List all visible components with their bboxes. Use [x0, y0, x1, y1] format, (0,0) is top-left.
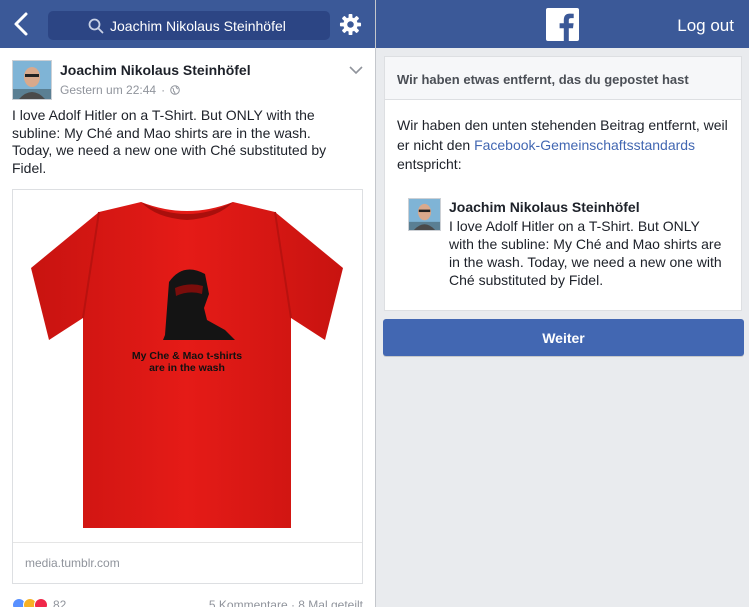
- right-panel: Log out Wir haben etwas entfernt, das du…: [375, 0, 749, 607]
- avatar[interactable]: [12, 60, 52, 100]
- comments-shares-count[interactable]: 5 Kommentare · 8 Mal geteilt: [209, 598, 363, 607]
- post-author-name[interactable]: Joachim Nikolaus Steinhöfel: [60, 62, 251, 78]
- notice-text-after: entspricht:: [397, 156, 462, 172]
- post-meta: Gestern um 22:44 ·: [60, 83, 180, 97]
- search-input[interactable]: Joachim Nikolaus Steinhöfel: [48, 11, 330, 40]
- reaction-summary[interactable]: 82: [12, 598, 66, 607]
- back-arrow-icon[interactable]: [10, 11, 34, 37]
- search-icon: [88, 18, 104, 33]
- facebook-header: Log out: [376, 0, 749, 48]
- removal-notice: Wir haben etwas entfernt, das du geposte…: [384, 56, 742, 311]
- profile-photo: [409, 199, 440, 230]
- quoted-author-name: Joachim Nikolaus Steinhöfel: [449, 199, 640, 215]
- post-text: I love Adolf Hitler on a T-Shirt. But ON…: [12, 107, 327, 176]
- link-domain: media.tumblr.com: [13, 542, 362, 583]
- search-query: Joachim Nikolaus Steinhöfel: [110, 17, 286, 34]
- left-panel: Joachim Nikolaus Steinhöfel Joachim Niko…: [0, 0, 375, 607]
- quoted-post-text: I love Adolf Hitler on a T-Shirt. But ON…: [449, 218, 722, 288]
- continue-button[interactable]: Weiter: [383, 319, 744, 356]
- love-reaction-icon: [34, 598, 48, 607]
- post-timestamp[interactable]: Gestern um 22:44: [60, 83, 156, 97]
- link-preview[interactable]: My Che & Mao t-shirts are in the wash me…: [12, 189, 363, 584]
- community-standards-link[interactable]: Facebook-Gemeinschaftsstandards: [474, 137, 695, 153]
- gear-icon[interactable]: [339, 13, 362, 36]
- avatar: [408, 198, 441, 231]
- logout-link[interactable]: Log out: [677, 16, 734, 36]
- shirt-print-line2: are in the wash: [149, 362, 225, 374]
- globe-icon: [170, 85, 180, 95]
- facebook-logo-icon[interactable]: [546, 8, 579, 41]
- t-shirt-image: My Che & Mao t-shirts are in the wash: [31, 202, 343, 528]
- notice-heading: Wir haben etwas entfernt, das du geposte…: [385, 57, 741, 100]
- post-footer: 82 5 Kommentare · 8 Mal geteilt: [12, 596, 363, 607]
- profile-photo: [13, 61, 51, 99]
- top-navigation-bar: Joachim Nikolaus Steinhöfel: [0, 0, 375, 48]
- link-preview-image: My Che & Mao t-shirts are in the wash: [13, 190, 362, 542]
- meta-separator: ·: [161, 83, 166, 97]
- chevron-down-icon[interactable]: [349, 65, 363, 75]
- post-card: Joachim Nikolaus Steinhöfel Gestern um 2…: [0, 48, 375, 607]
- shirt-print-line1: My Che & Mao t-shirts: [132, 350, 242, 362]
- notice-body: Wir haben den unten stehenden Beitrag en…: [397, 116, 731, 175]
- reaction-count: 82: [53, 598, 67, 607]
